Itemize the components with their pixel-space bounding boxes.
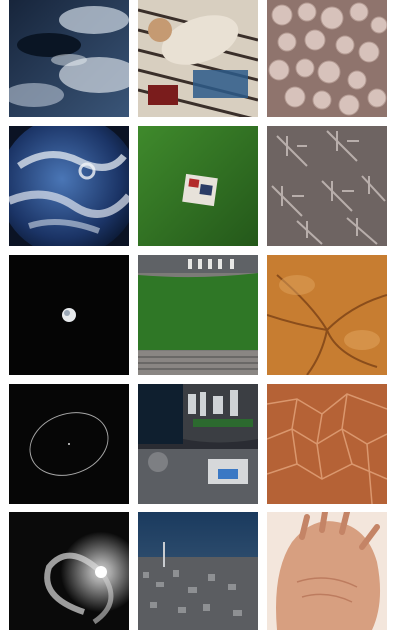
tile-earth-from-space[interactable] bbox=[9, 126, 129, 246]
aerial-clouds-image bbox=[9, 0, 129, 117]
tile-fern-like-texture[interactable] bbox=[267, 126, 387, 246]
orbit-image bbox=[9, 384, 129, 504]
tile-skin-texture-close-up[interactable] bbox=[267, 255, 387, 375]
tile-planet-in-darkness[interactable] bbox=[9, 255, 129, 375]
cells-image bbox=[267, 0, 387, 117]
tile-man-lying-on-blanket[interactable] bbox=[138, 0, 258, 117]
skin-texture-image bbox=[267, 255, 387, 375]
fern-texture-image bbox=[267, 126, 387, 246]
picnic-grass-image bbox=[138, 126, 258, 246]
earth-image bbox=[9, 126, 129, 246]
image-grid bbox=[0, 0, 400, 630]
tile-cells-close-up[interactable] bbox=[267, 0, 387, 117]
hand-image bbox=[267, 512, 387, 630]
park-marina-image bbox=[138, 255, 258, 375]
tile-aerial-city-waterfront[interactable] bbox=[138, 384, 258, 504]
man-lying-image bbox=[138, 0, 258, 117]
tile-orbit-ellipse-in-space[interactable] bbox=[9, 384, 129, 504]
galaxy-image bbox=[9, 512, 129, 630]
tile-cracked-surface-texture[interactable] bbox=[267, 384, 387, 504]
city-dusk-image bbox=[138, 512, 258, 630]
tile-human-hand[interactable] bbox=[267, 512, 387, 630]
tile-spiral-galaxy[interactable] bbox=[9, 512, 129, 630]
tile-aerial-clouds-and-lake[interactable] bbox=[9, 0, 129, 117]
tile-aerial-park-and-marina[interactable] bbox=[138, 255, 258, 375]
city-waterfront-image bbox=[138, 384, 258, 504]
planet-image bbox=[9, 255, 129, 375]
cracked-texture-image bbox=[267, 384, 387, 504]
tile-city-from-above-at-dusk[interactable] bbox=[138, 512, 258, 630]
tile-picnic-blanket-on-grass[interactable] bbox=[138, 126, 258, 246]
